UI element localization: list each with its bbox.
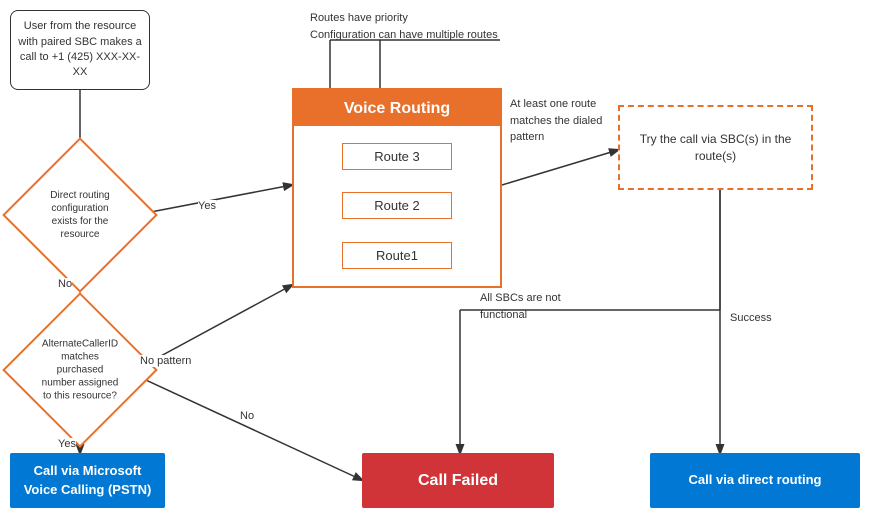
try-call-text: Try the call via SBC(s) in the route(s): [628, 131, 803, 165]
outcome-pstn-text: Call via Microsoft Voice Calling (PSTN): [18, 462, 157, 498]
diamond1: [2, 137, 158, 293]
note-top: Routes have priority Configuration can h…: [310, 10, 498, 43]
label-no1: No: [58, 278, 72, 290]
diagram: User from the resource with paired SBC m…: [0, 0, 876, 516]
route2: Route 2: [342, 192, 452, 219]
route-inner: Route 3 Route 2 Route1: [294, 126, 500, 286]
label-no-pattern: No pattern: [140, 355, 191, 367]
outcome-failed: Call Failed: [362, 453, 554, 508]
note-line1: Routes have priority: [310, 10, 498, 27]
start-text: User from the resource with paired SBC m…: [17, 19, 143, 81]
voice-routing-title: Voice Routing: [294, 90, 500, 126]
label-yes2: Yes: [58, 438, 76, 450]
label-yes1: Yes: [198, 200, 216, 212]
try-call-box: Try the call via SBC(s) in the route(s): [618, 105, 813, 190]
note-match: At least one route matches the dialed pa…: [510, 96, 620, 146]
diamond1-wrap: Direct routing configuration exists for …: [25, 160, 135, 270]
note-line2: Configuration can have multiple routes: [310, 27, 498, 44]
route1: Route1: [342, 242, 452, 269]
outcome-direct: Call via direct routing: [650, 453, 860, 508]
outcome-pstn: Call via Microsoft Voice Calling (PSTN): [10, 453, 165, 508]
outcome-direct-text: Call via direct routing: [689, 471, 822, 489]
label-no2: No: [240, 410, 254, 422]
note-success: Success: [730, 310, 772, 327]
note-all-sbc: All SBCs are not functional: [480, 290, 570, 323]
note-match-text: At least one route matches the dialed pa…: [510, 98, 602, 143]
start-box: User from the resource with paired SBC m…: [10, 10, 150, 90]
note-success-text: Success: [730, 312, 772, 324]
voice-routing-box: Voice Routing Route 3 Route 2 Route1: [292, 88, 502, 288]
note-all-sbc-text: All SBCs are not functional: [480, 292, 561, 321]
outcome-failed-text: Call Failed: [418, 472, 498, 490]
diamond2: [2, 292, 158, 448]
route3: Route 3: [342, 143, 452, 170]
diamond2-wrap: AlternateCallerID matches purchased numb…: [25, 315, 135, 425]
